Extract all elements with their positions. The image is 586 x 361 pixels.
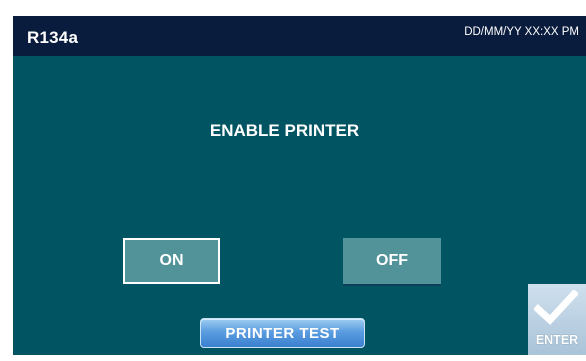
off-button-label: OFF	[376, 252, 408, 269]
header-bar: R134a DD/MM/YY XX:XX PM	[13, 16, 586, 56]
checkmark-icon	[534, 290, 578, 325]
on-button[interactable]: ON	[123, 238, 220, 284]
enter-button[interactable]: ENTER	[528, 284, 586, 355]
printer-test-label: PRINTER TEST	[225, 324, 340, 342]
off-button[interactable]: OFF	[343, 238, 441, 284]
on-button-label: ON	[159, 252, 184, 269]
page-title: ENABLE PRINTER	[209, 121, 360, 140]
enter-label: ENTER	[535, 333, 579, 347]
printer-test-button[interactable]: PRINTER TEST	[200, 318, 365, 348]
screen: R134a DD/MM/YY XX:XX PM ENABLE PRINTER O…	[13, 16, 586, 355]
app-title: R134a	[27, 28, 79, 47]
datetime: DD/MM/YY XX:XX PM	[464, 26, 579, 38]
